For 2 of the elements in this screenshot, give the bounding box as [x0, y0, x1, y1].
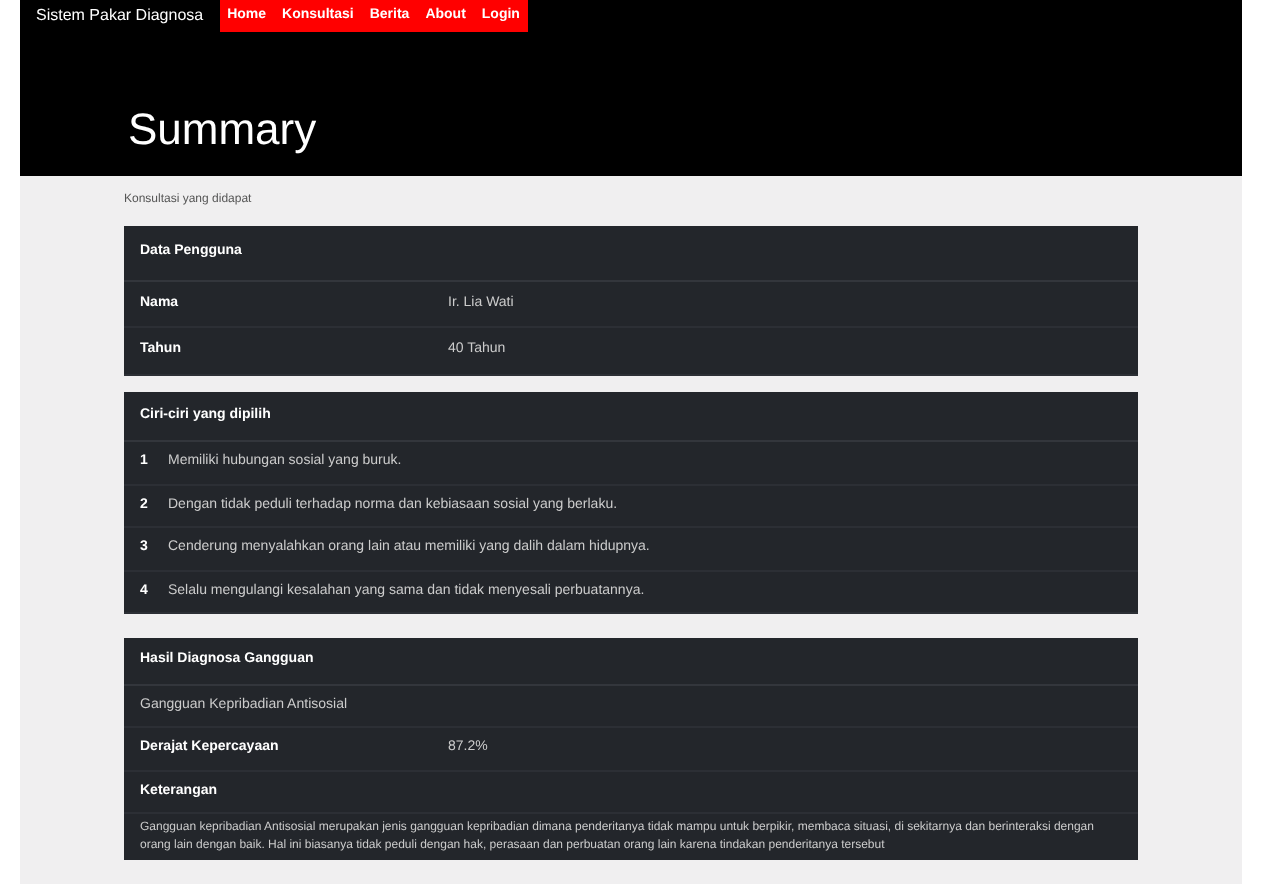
page-title: Summary — [128, 108, 319, 152]
brand-text: Sistem Pakar Diagnosa — [34, 4, 206, 28]
